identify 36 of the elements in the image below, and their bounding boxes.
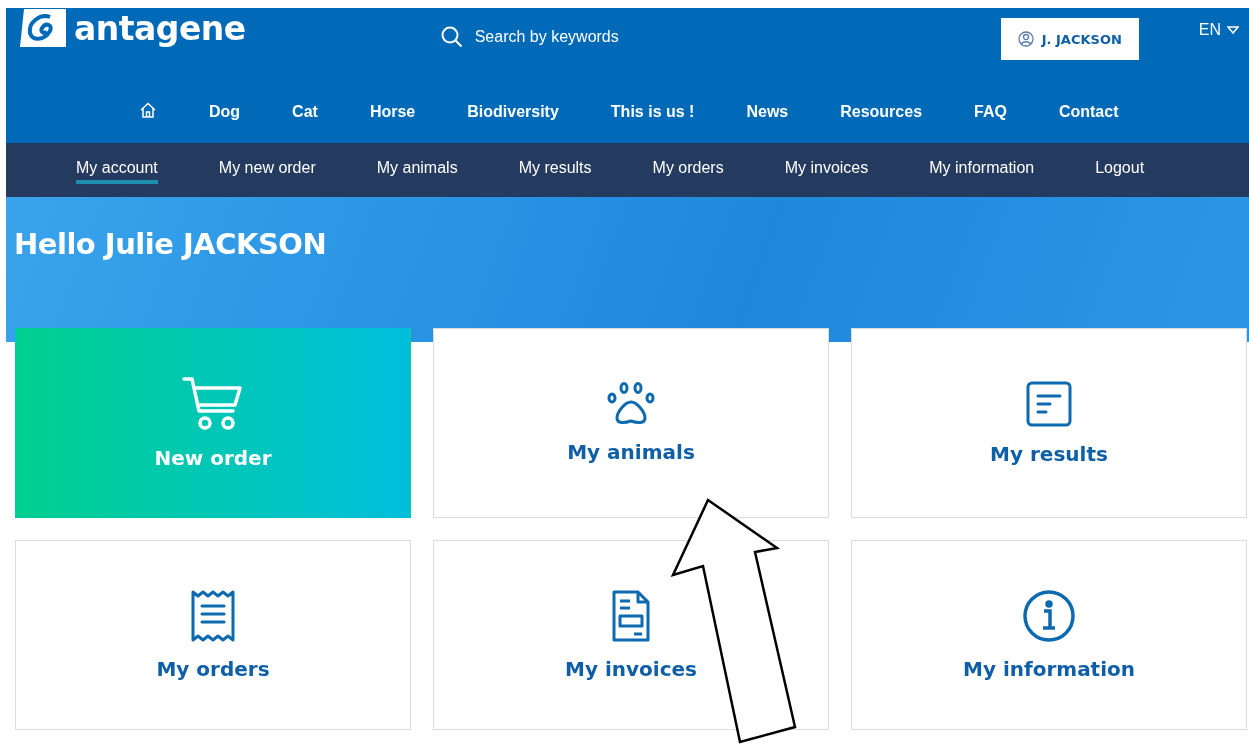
search-icon <box>440 26 463 48</box>
invoice-icon <box>611 589 651 643</box>
cart-icon <box>182 376 244 432</box>
caret-icon <box>1227 26 1239 34</box>
search-field[interactable]: Search by keywords <box>474 28 725 46</box>
account-tab[interactable]: My information <box>929 156 1035 184</box>
nav-link[interactable]: Horse <box>343 102 442 121</box>
language-selector[interactable]: EN <box>1198 21 1239 39</box>
account-tab[interactable]: My account <box>76 156 158 184</box>
nav-link[interactable]: News <box>720 102 815 121</box>
nav-link[interactable]: Cat <box>266 102 344 121</box>
nav-link[interactable]: Resources <box>814 102 949 121</box>
logo-text: antagene <box>74 11 246 45</box>
account-tab[interactable]: My animals <box>376 156 458 184</box>
nav-link[interactable]: Dog <box>183 102 267 121</box>
dashboard-card[interactable]: My results <box>851 328 1247 518</box>
dashboard-card[interactable]: My information <box>851 540 1247 730</box>
info-icon <box>1022 589 1076 643</box>
account-tab[interactable]: Logout <box>1095 156 1145 184</box>
account-tab[interactable]: My new order <box>218 156 316 184</box>
dashboard-card[interactable]: My animals <box>433 328 829 518</box>
user-icon <box>1017 31 1034 47</box>
receipt-icon <box>190 589 236 643</box>
nav-link[interactable]: Biodiversity <box>441 102 585 121</box>
account-tab[interactable]: My orders <box>652 156 724 184</box>
paw-icon <box>607 382 655 426</box>
user-button[interactable]: J. JACKSON <box>1000 18 1139 60</box>
account-tab[interactable]: My invoices <box>784 156 869 184</box>
nav-link[interactable]: FAQ <box>948 102 1033 121</box>
nav-link[interactable]: This is us ! <box>584 102 721 121</box>
dashboard-card[interactable]: My orders <box>15 540 411 730</box>
greeting-heading: Hello Julie JACKSON <box>13 226 327 261</box>
nav-link[interactable]: Contact <box>1032 102 1145 121</box>
document-icon <box>1025 380 1073 428</box>
account-tab[interactable]: My results <box>518 156 592 184</box>
home-icon <box>140 101 156 118</box>
